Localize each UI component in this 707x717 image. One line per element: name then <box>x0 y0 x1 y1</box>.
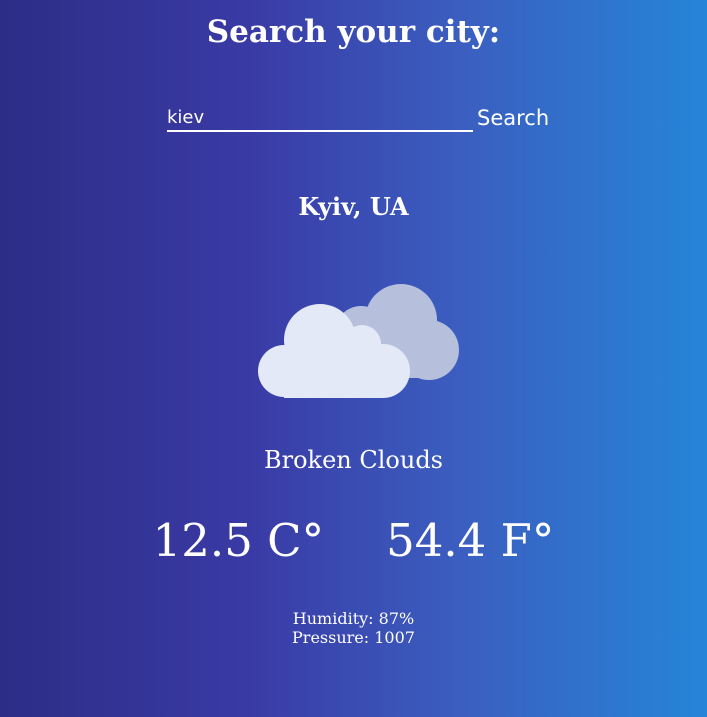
pressure-value: Pressure: 1007 <box>292 628 415 647</box>
page-title: Search your city: <box>206 14 501 50</box>
search-form: Search <box>167 104 549 132</box>
temperature-fahrenheit: 54.4 F° <box>386 514 555 567</box>
city-search-input[interactable] <box>167 104 473 132</box>
temperature-readout: 12.5 C° 54.4 F° <box>0 514 707 567</box>
humidity-value: Humidity: 87% <box>292 609 415 628</box>
weather-description: Broken Clouds <box>263 446 443 474</box>
search-button[interactable]: Search <box>473 106 549 132</box>
city-name: Kyiv, UA <box>298 192 409 221</box>
temperature-celsius: 12.5 C° <box>152 514 325 567</box>
broken-clouds-icon <box>258 284 459 398</box>
weather-details: Humidity: 87% Pressure: 1007 <box>0 609 707 647</box>
